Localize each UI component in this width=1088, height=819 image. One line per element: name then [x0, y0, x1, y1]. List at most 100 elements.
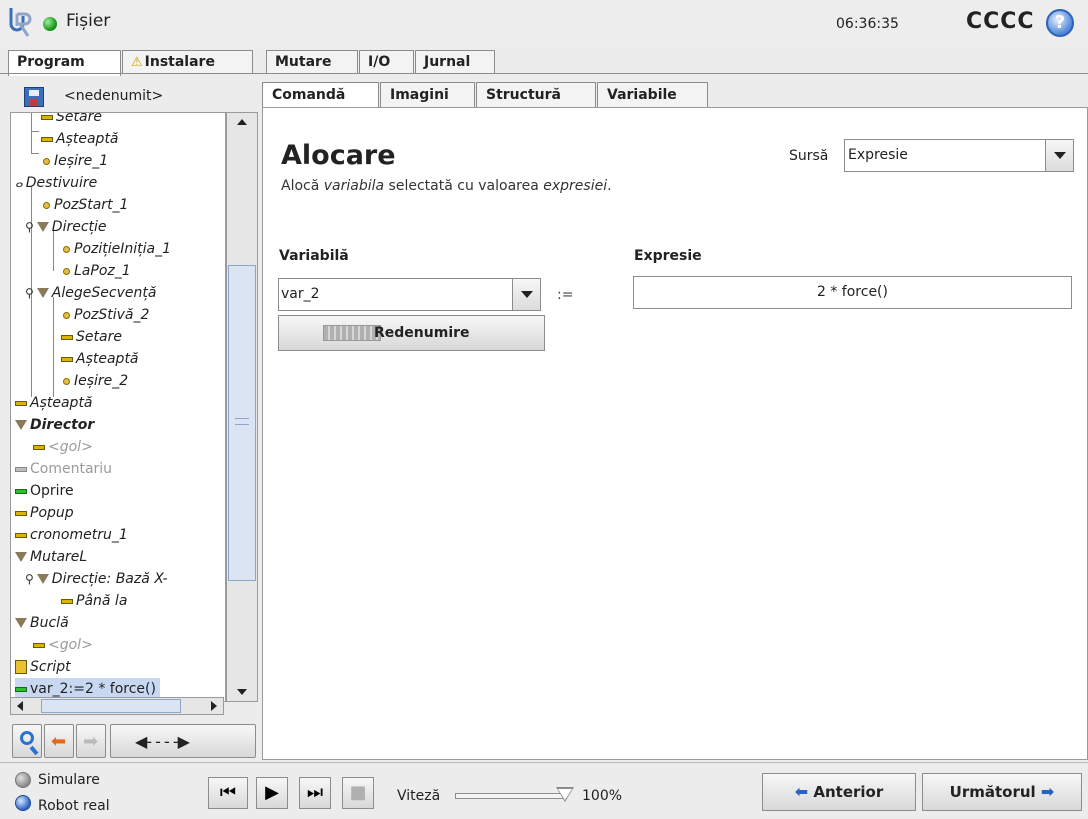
real-robot-radio[interactable]: [15, 795, 31, 811]
program-header: <nedenumit>: [8, 82, 256, 112]
expression-value: 2 * force(): [817, 284, 888, 300]
dot-icon: [43, 201, 50, 209]
top-bar: Fișier 06:36:35 CCCC ?: [0, 0, 1088, 48]
tree-item[interactable]: Așteaptă: [41, 128, 119, 150]
scroll-right-icon[interactable]: [211, 701, 217, 711]
tab-structura[interactable]: Structură: [476, 82, 596, 108]
tree-item[interactable]: <gol>: [33, 436, 93, 458]
tree-item[interactable]: Până la: [61, 590, 127, 612]
search-button[interactable]: [12, 724, 42, 758]
source-dropdown[interactable]: Expresie: [844, 139, 1074, 172]
tree-item[interactable]: Așteaptă: [15, 392, 93, 414]
save-icon[interactable]: [24, 87, 44, 107]
tab-imagini[interactable]: Imagini: [380, 82, 475, 108]
tab-jurnal[interactable]: Jurnal: [415, 50, 495, 74]
scroll-thumb[interactable]: [228, 265, 256, 581]
speed-slider-thumb[interactable]: [556, 787, 574, 802]
source-value: Expresie: [848, 147, 908, 163]
undo-button[interactable]: ⬅: [44, 724, 74, 758]
pallet-icon: ⴰ: [15, 176, 23, 190]
expand-icon[interactable]: ⚲: [25, 220, 34, 234]
tree-item[interactable]: Oprire: [15, 480, 74, 502]
tab-label: Program: [17, 54, 85, 70]
robot-status-icon[interactable]: [43, 17, 57, 31]
tree-item[interactable]: MutareL: [15, 546, 87, 568]
move-arrows-icon: ◀- - - -▶: [135, 732, 190, 751]
scroll-up-icon[interactable]: [237, 119, 247, 125]
bar-icon: [61, 356, 73, 362]
expand-icon[interactable]: ⚲: [25, 286, 34, 300]
step-button[interactable]: ⏭: [299, 777, 331, 809]
program-tree[interactable]: Setare Așteaptă Ieșire_1 ⴰ Destivuire Poz…: [10, 112, 226, 702]
tree-item[interactable]: cronometru_1: [15, 524, 128, 546]
tree-item[interactable]: ⚲ AlegeSecvență: [25, 282, 156, 304]
tree-item[interactable]: ⚲ Direcție: Bază X-: [25, 568, 168, 590]
chevron-down-icon[interactable]: [512, 279, 540, 310]
tab-label: Jurnal: [424, 54, 471, 70]
program-tree-panel: <nedenumit> Setare Așteaptă Ieșire_1 ⴰ De…: [8, 82, 258, 762]
expression-field[interactable]: 2 * force(): [633, 276, 1072, 309]
stop-icon: ■: [349, 782, 367, 803]
dot-icon: [63, 245, 70, 253]
tree-item[interactable]: ⚲ Direcție: [25, 216, 107, 238]
scroll-left-icon[interactable]: [17, 701, 23, 711]
tree-item[interactable]: Popup: [15, 502, 74, 524]
bar-icon: [61, 598, 73, 604]
tree-vertical-scrollbar[interactable]: [226, 112, 258, 702]
tab-label: Mutare: [275, 54, 332, 70]
tree-item[interactable]: Ieșire_2: [61, 370, 128, 392]
play-button[interactable]: ▶: [256, 777, 288, 809]
program-name: <nedenumit>: [64, 88, 164, 104]
expand-icon[interactable]: ⚲: [25, 572, 34, 586]
tab-label: Instalare: [144, 54, 215, 70]
variable-dropdown[interactable]: var_2: [278, 278, 541, 311]
simulation-radio[interactable]: [15, 772, 31, 788]
scroll-thumb[interactable]: [41, 699, 181, 713]
rename-button[interactable]: Redenumire: [278, 315, 545, 351]
tree-item[interactable]: Setare: [41, 113, 102, 128]
variable-value: var_2: [281, 286, 320, 302]
ur-logo-icon: [9, 8, 32, 37]
skip-to-start-button[interactable]: ⏮: [208, 777, 248, 809]
tab-label: Variabile: [607, 87, 677, 103]
stop-button[interactable]: ■: [342, 777, 374, 809]
triangle-icon: [15, 552, 27, 562]
tree-item[interactable]: PozStart_1: [41, 194, 128, 216]
bar-icon: [15, 510, 27, 516]
tab-mutare[interactable]: Mutare: [266, 50, 358, 74]
next-button[interactable]: Următorul ➡: [922, 773, 1082, 811]
help-icon[interactable]: ?: [1046, 9, 1074, 37]
tree-item[interactable]: LaPoz_1: [61, 260, 131, 282]
move-node-button[interactable]: ◀- - - -▶: [110, 724, 256, 758]
tree-item[interactable]: PozițieInițiа_1: [61, 238, 171, 260]
tab-variabile[interactable]: Variabile: [597, 82, 708, 108]
file-menu[interactable]: Fișier: [66, 11, 110, 31]
tree-item[interactable]: Buclă: [15, 612, 69, 634]
tree-item[interactable]: PozStivă_2: [61, 304, 149, 326]
tree-item[interactable]: Așteaptă: [61, 348, 139, 370]
expression-label: Expresie: [634, 248, 702, 264]
tab-label: I/O: [368, 54, 391, 70]
keyboard-icon: [323, 325, 381, 341]
tree-item[interactable]: ⴰ Destivuire: [15, 172, 97, 194]
tree-item[interactable]: Ieșire_1: [41, 150, 108, 172]
tree-item[interactable]: Comentariu: [15, 458, 112, 480]
previous-button[interactable]: ⬅ Anterior: [762, 773, 916, 811]
tree-item[interactable]: Setare: [61, 326, 122, 348]
arrow-left-icon: ⬅: [794, 782, 809, 801]
tree-item[interactable]: Director: [15, 414, 94, 436]
tree-item[interactable]: <gol>: [33, 634, 93, 656]
chevron-down-icon[interactable]: [1045, 140, 1073, 171]
tab-instalare[interactable]: ⚠ Instalare: [122, 50, 253, 74]
scroll-down-icon[interactable]: [237, 689, 247, 695]
tree-toolbar: ⬅ ➡ ◀- - - -▶: [8, 722, 260, 762]
redo-button[interactable]: ➡: [76, 724, 106, 758]
magnifier-icon: [20, 731, 34, 745]
tree-item[interactable]: Script: [15, 656, 71, 678]
tab-comanda[interactable]: Comandă: [262, 82, 379, 108]
tree-horizontal-scrollbar[interactable]: [10, 697, 224, 715]
bar-icon: [33, 642, 45, 648]
undo-icon: ⬅: [51, 731, 67, 752]
speed-slider[interactable]: [455, 793, 565, 799]
tab-io[interactable]: I/O: [359, 50, 414, 74]
